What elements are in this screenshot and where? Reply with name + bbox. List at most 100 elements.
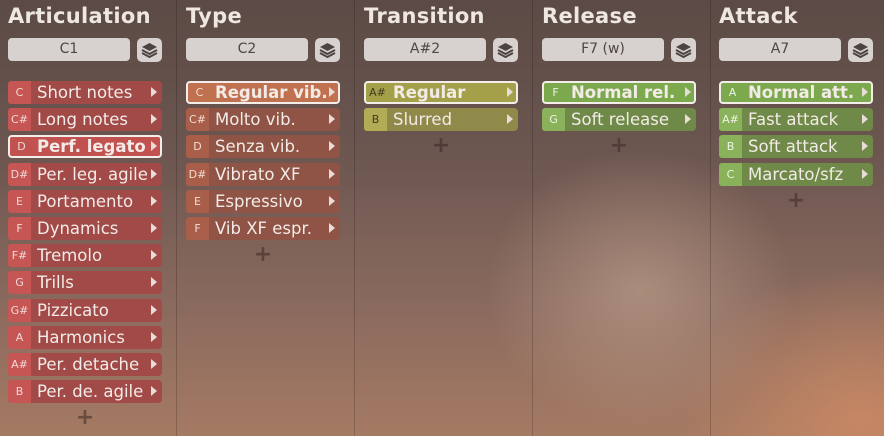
- articulation-item[interactable]: B Slurred: [364, 108, 518, 132]
- chevron-right-icon[interactable]: [151, 358, 157, 369]
- item-label: Espressivo: [215, 191, 303, 211]
- chevron-right-icon[interactable]: [151, 87, 157, 97]
- item-label: Pizzicato: [37, 300, 109, 320]
- articulation-item[interactable]: G# Pizzicato: [8, 298, 162, 322]
- articulation-item[interactable]: A# Regular: [364, 81, 518, 104]
- chevron-right-icon[interactable]: [151, 386, 157, 397]
- chevron-right-icon[interactable]: [329, 141, 335, 152]
- chevron-right-icon[interactable]: [685, 114, 691, 125]
- item-label: Dynamics: [37, 218, 119, 238]
- keyswitch-field[interactable]: C2: [186, 38, 308, 61]
- articulation-item[interactable]: F Vib XF espr.: [186, 216, 340, 240]
- item-label: Normal att.: [748, 83, 855, 102]
- articulation-item[interactable]: D# Per. leg. agile: [8, 162, 162, 186]
- item-label: Slurred: [393, 110, 453, 130]
- articulation-item[interactable]: F# Tremolo: [8, 244, 162, 268]
- item-key-label: E: [8, 189, 31, 213]
- layers-button[interactable]: [848, 38, 873, 62]
- item-label: Senza vib.: [215, 137, 301, 157]
- articulation-item[interactable]: E Espressivo: [186, 189, 340, 213]
- chevron-right-icon[interactable]: [507, 114, 513, 125]
- chevron-right-icon[interactable]: [862, 141, 868, 152]
- item-label: Vib XF espr.: [215, 218, 313, 238]
- item-key-label: A#: [8, 352, 31, 376]
- chevron-right-icon[interactable]: [151, 304, 157, 315]
- articulation-item[interactable]: A Normal att.: [719, 81, 873, 104]
- articulation-item[interactable]: D# Vibrato XF: [186, 162, 340, 186]
- chevron-right-icon[interactable]: [329, 222, 335, 233]
- chevron-right-icon[interactable]: [151, 168, 157, 179]
- chevron-right-icon[interactable]: [151, 331, 157, 342]
- item-label: Per. detache: [37, 354, 140, 374]
- articulation-item[interactable]: A Harmonics: [8, 325, 162, 349]
- layers-button[interactable]: [671, 38, 696, 62]
- add-item-button[interactable]: +: [186, 244, 340, 266]
- chevron-right-icon[interactable]: [151, 222, 157, 233]
- item-label: Short notes: [37, 83, 133, 102]
- item-key-label: C#: [186, 108, 209, 132]
- articulation-item[interactable]: E Portamento: [8, 189, 162, 213]
- item-key-label: E: [186, 189, 209, 213]
- layers-button[interactable]: [137, 38, 162, 62]
- item-key-label: A: [8, 325, 31, 349]
- column-title: Release: [542, 4, 637, 28]
- chevron-right-icon[interactable]: [151, 114, 157, 125]
- item-label: Per. de. agile: [37, 382, 144, 402]
- item-label: Marcato/sfz: [748, 164, 844, 184]
- articulation-item[interactable]: G Trills: [8, 271, 162, 295]
- item-key-label: B: [719, 135, 742, 159]
- articulation-item[interactable]: B Per. de. agile: [8, 380, 162, 404]
- articulation-item[interactable]: B Soft attack: [719, 135, 873, 159]
- articulation-item[interactable]: C Short notes: [8, 81, 162, 104]
- item-key-label: B: [364, 108, 387, 132]
- chevron-right-icon[interactable]: [151, 277, 157, 288]
- keyswitch-field[interactable]: A7: [719, 38, 841, 61]
- keyswitch-field[interactable]: A#2: [364, 38, 486, 61]
- keyswitch-field[interactable]: F7 (w): [542, 38, 664, 61]
- chevron-right-icon[interactable]: [329, 114, 335, 125]
- column-transition: Transition A#2 A# Regular B Slurred +: [356, 0, 533, 436]
- chevron-right-icon[interactable]: [862, 87, 868, 97]
- articulation-item[interactable]: A# Fast attack: [719, 108, 873, 132]
- articulation-item[interactable]: D Perf. legato: [8, 135, 162, 159]
- keyswitch-field[interactable]: C1: [8, 38, 130, 61]
- articulation-item[interactable]: D Senza vib.: [186, 135, 340, 159]
- add-item-button[interactable]: +: [8, 407, 162, 429]
- item-key-label: F: [186, 216, 209, 240]
- chevron-right-icon[interactable]: [685, 87, 691, 97]
- item-label: Soft release: [571, 110, 669, 130]
- chevron-right-icon[interactable]: [151, 250, 157, 261]
- item-label: Harmonics: [37, 327, 125, 347]
- layers-button[interactable]: [315, 38, 340, 62]
- articulation-item[interactable]: C# Molto vib.: [186, 108, 340, 132]
- item-label: Vibrato XF: [215, 164, 301, 184]
- column-type: Type C2 C Regular vib. C# Molto vib. D Senza vi…: [178, 0, 355, 436]
- articulation-item[interactable]: C Regular vib.: [186, 81, 340, 104]
- chevron-right-icon[interactable]: [329, 168, 335, 179]
- add-item-button[interactable]: +: [719, 189, 873, 212]
- chevron-right-icon[interactable]: [151, 141, 157, 152]
- articulation-item[interactable]: F Normal rel.: [542, 81, 696, 104]
- chevron-right-icon[interactable]: [329, 87, 335, 97]
- articulation-item[interactable]: F Dynamics: [8, 216, 162, 240]
- item-label: Tremolo: [37, 246, 103, 266]
- layers-button[interactable]: [493, 38, 518, 62]
- add-item-button[interactable]: +: [542, 135, 696, 157]
- item-key-label: C: [719, 162, 742, 186]
- articulation-item[interactable]: C Marcato/sfz: [719, 162, 873, 186]
- item-list: C Short notes C# Long notes D Perf. legato D# P…: [8, 81, 162, 429]
- chevron-right-icon[interactable]: [329, 195, 335, 206]
- articulation-item[interactable]: A# Per. detache: [8, 352, 162, 376]
- item-key-label: D#: [186, 162, 209, 186]
- item-key-label: A#: [719, 108, 742, 132]
- chevron-right-icon[interactable]: [862, 168, 868, 179]
- articulation-item[interactable]: C# Long notes: [8, 108, 162, 132]
- item-key-label: G: [542, 108, 565, 132]
- articulation-item[interactable]: G Soft release: [542, 108, 696, 132]
- add-item-button[interactable]: +: [364, 135, 518, 157]
- column-release: Release F7 (w) F Normal rel. G Soft release +: [534, 0, 711, 436]
- chevron-right-icon[interactable]: [151, 195, 157, 206]
- chevron-right-icon[interactable]: [507, 87, 513, 97]
- item-key-label: G#: [8, 298, 31, 322]
- chevron-right-icon[interactable]: [862, 114, 868, 125]
